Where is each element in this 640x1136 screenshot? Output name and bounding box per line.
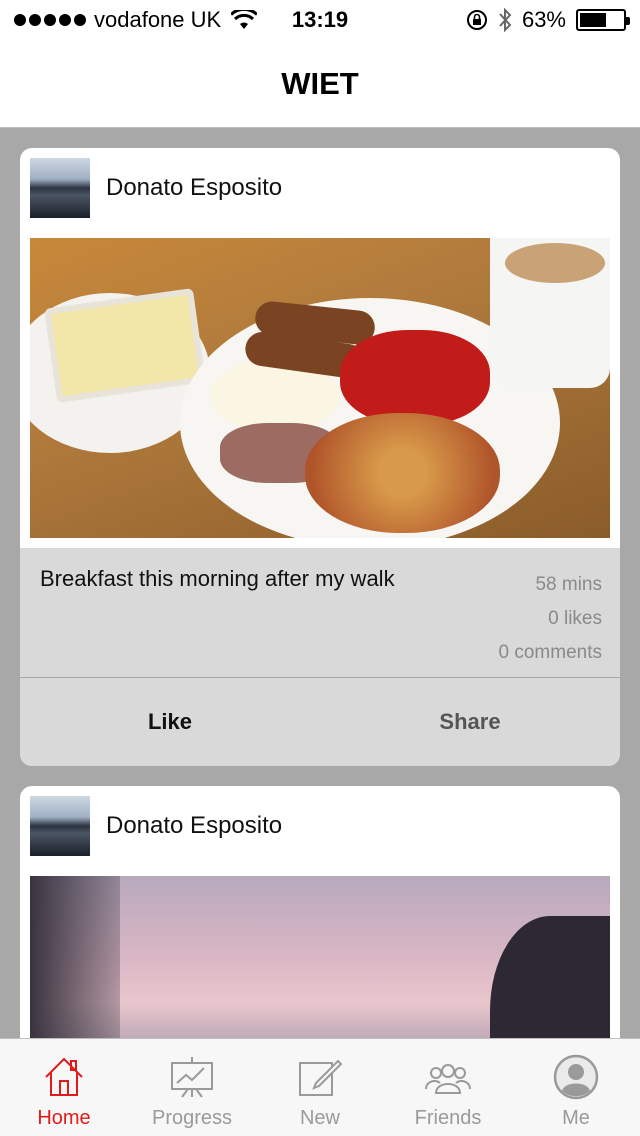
page-title: WIET [281, 65, 359, 101]
tab-label: Me [562, 1107, 590, 1129]
like-button[interactable]: Like [20, 678, 320, 766]
post-caption: Breakfast this morning after my walk [40, 566, 395, 591]
post-header[interactable]: Donato Esposito [20, 148, 620, 228]
post-card: Donato Esposito Breakfast this morning a… [20, 148, 620, 766]
status-bar: vodafone UK 13:19 63% [0, 0, 640, 40]
avatar[interactable] [30, 796, 90, 856]
tab-home[interactable]: Home [0, 1039, 128, 1136]
tab-progress[interactable]: Progress [128, 1039, 256, 1136]
comments-count[interactable]: 0 comments [499, 636, 602, 670]
tab-label: Progress [151, 1107, 233, 1129]
tab-new[interactable]: New [256, 1039, 384, 1136]
tab-label: Home [37, 1107, 91, 1129]
rotation-lock-icon [466, 10, 487, 30]
post-photo[interactable] [30, 876, 610, 1038]
home-icon [45, 1057, 83, 1096]
likes-count[interactable]: 0 likes [499, 602, 602, 636]
tab-me[interactable]: Me [512, 1039, 640, 1136]
avatar[interactable] [30, 158, 90, 218]
author-name[interactable]: Donato Esposito [106, 812, 282, 840]
author-name[interactable]: Donato Esposito [106, 174, 282, 202]
tab-bar: Home Progress New Friends Me [0, 1038, 640, 1136]
tab-label: Friends [414, 1107, 482, 1129]
carrier-name: vodafone UK [94, 7, 222, 32]
post-actions: Like Share [20, 677, 620, 766]
post-photo[interactable] [30, 238, 610, 538]
bluetooth-icon [499, 8, 512, 32]
chart-easel-icon [171, 1057, 213, 1098]
post-meta: 58 mins 0 likes 0 comments [499, 568, 602, 670]
post-footer: Breakfast this morning after my walk 58 … [20, 548, 620, 766]
battery-percent: 63% [521, 7, 566, 32]
navigation-bar: WIET [0, 40, 640, 128]
wifi-icon [231, 10, 258, 29]
tab-label: New [299, 1107, 340, 1129]
share-button[interactable]: Share [320, 678, 620, 766]
battery-level [580, 13, 607, 27]
battery-icon [576, 9, 630, 31]
feed[interactable]: Donato Esposito Breakfast this morning a… [0, 128, 640, 1038]
post-time: 58 mins [535, 574, 602, 595]
post-card: Donato Esposito [20, 786, 620, 1038]
signal-strength-icon [14, 14, 86, 26]
profile-icon [553, 1054, 599, 1100]
tab-friends[interactable]: Friends [384, 1039, 512, 1136]
post-header[interactable]: Donato Esposito [20, 786, 620, 866]
compose-icon [299, 1059, 343, 1096]
friends-icon [425, 1064, 471, 1094]
